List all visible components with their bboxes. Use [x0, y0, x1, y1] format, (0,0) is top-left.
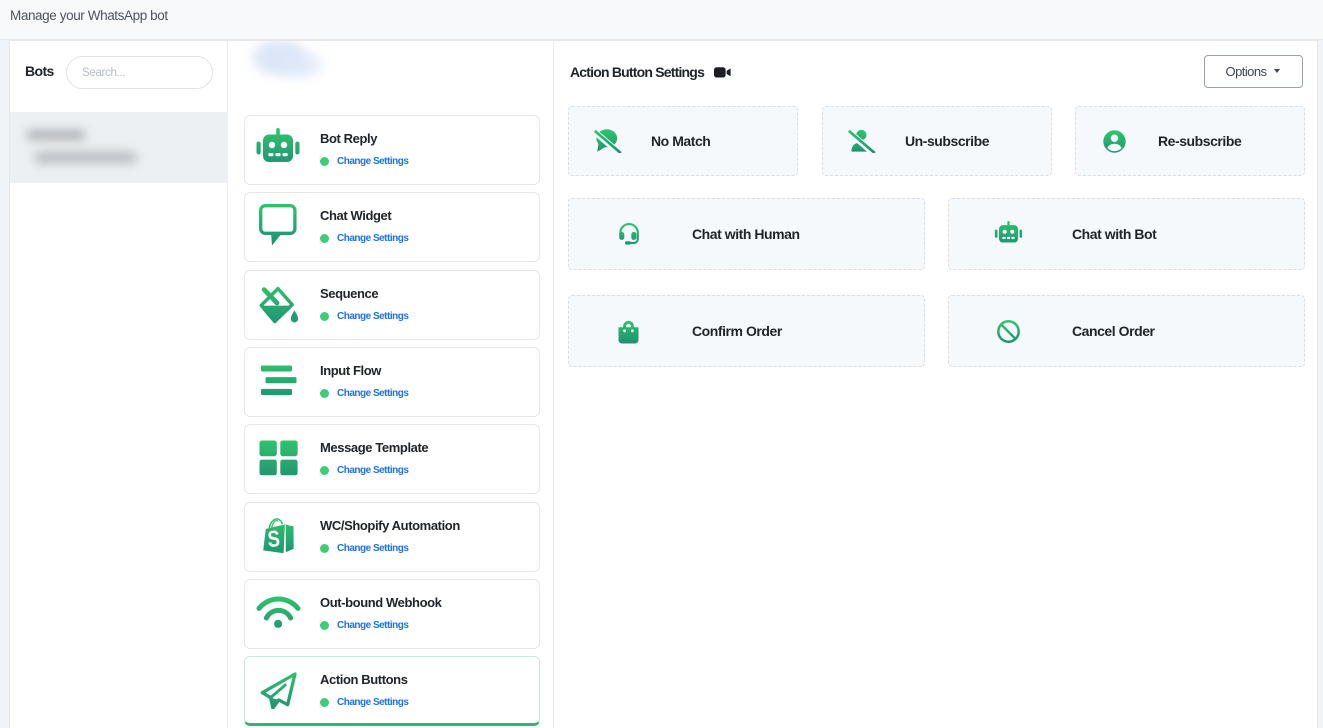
svg-text:S: S — [266, 526, 280, 552]
